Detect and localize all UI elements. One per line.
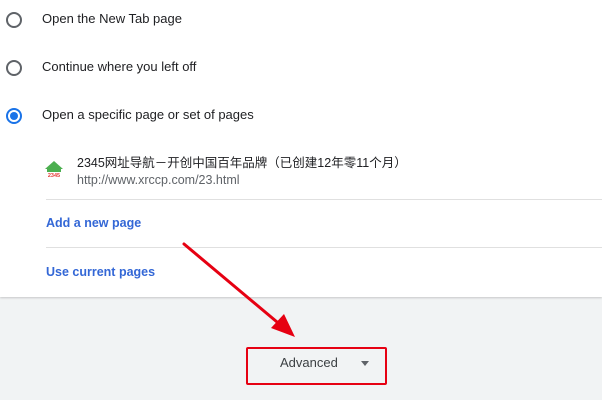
caret-down-icon <box>361 361 369 366</box>
advanced-toggle-button[interactable]: Advanced <box>246 347 387 385</box>
advanced-label: Advanced <box>280 355 338 370</box>
red-arrow-annotation <box>182 242 295 337</box>
